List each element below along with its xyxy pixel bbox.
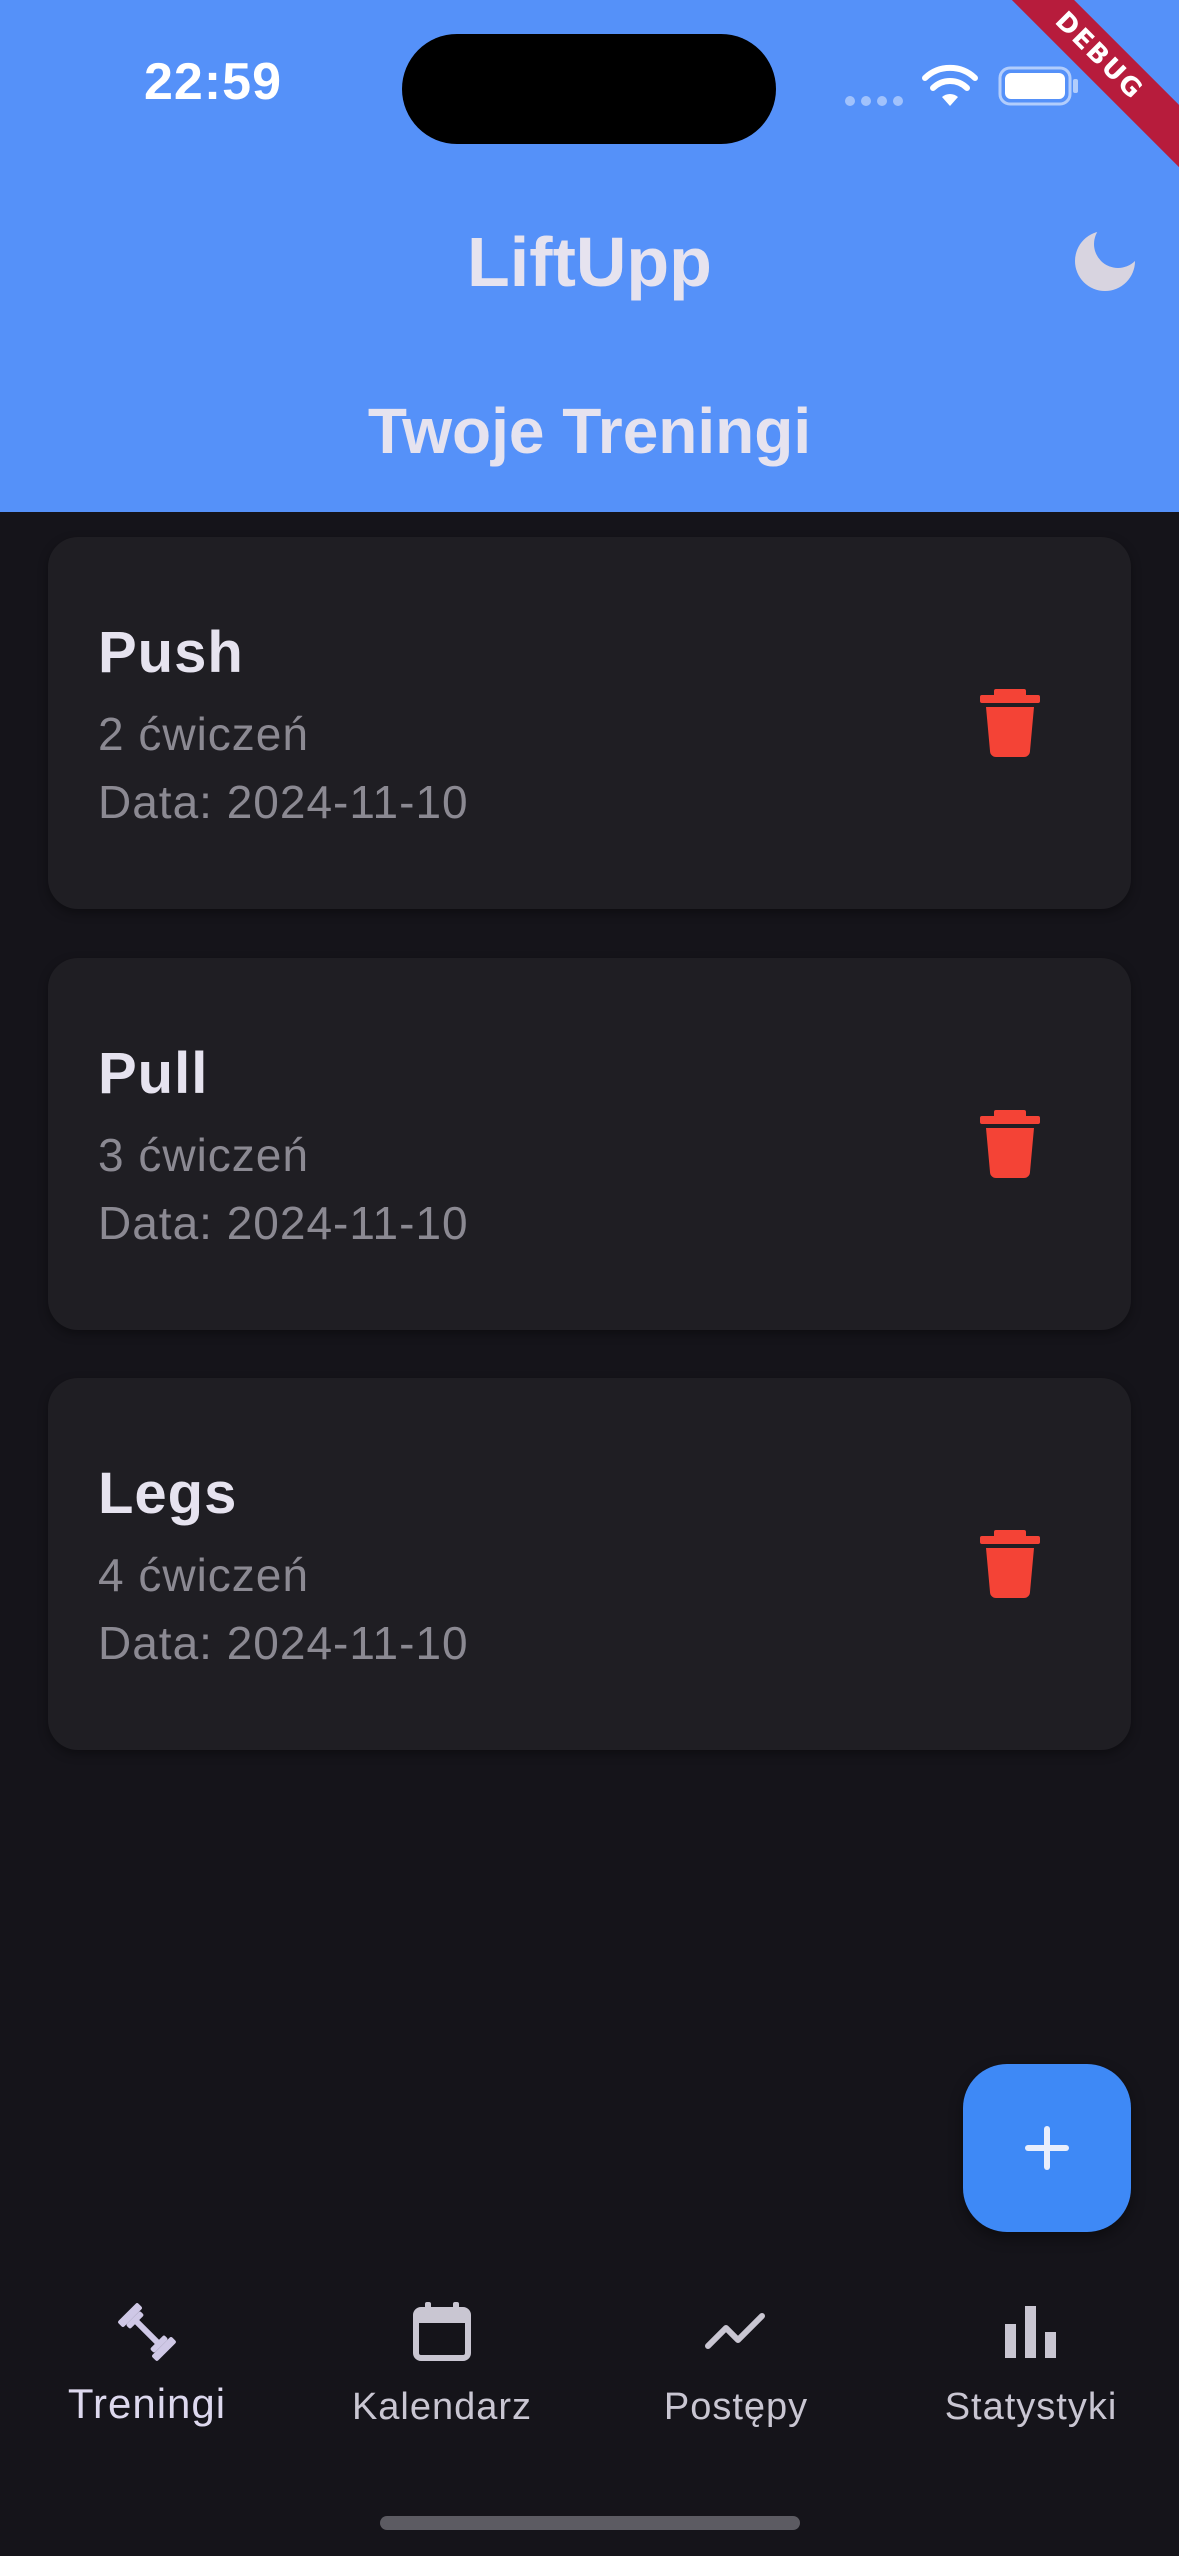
workout-name: Push — [98, 620, 244, 685]
nav-label-kalendarz: Kalendarz — [351, 2386, 533, 2428]
workout-date: Data: 2024-11-10 — [98, 776, 469, 828]
calendar-icon — [413, 2302, 471, 2361]
battery-icon — [998, 66, 1078, 106]
cellular-signal-icon — [845, 96, 903, 106]
workout-card[interactable]: Push 2 ćwiczeń Data: 2024-11-10 — [48, 537, 1131, 909]
workout-card[interactable]: Pull 3 ćwiczeń Data: 2024-11-10 — [48, 958, 1131, 1330]
nav-label-statystyki: Statystyki — [944, 2386, 1118, 2428]
workout-exercise-count: 4 ćwiczeń — [98, 1549, 309, 1601]
wifi-icon — [922, 64, 978, 106]
workout-exercise-count: 3 ćwiczeń — [98, 1129, 309, 1181]
trash-icon[interactable] — [980, 1110, 1040, 1178]
moon-icon[interactable] — [1072, 226, 1138, 292]
home-indicator — [380, 2516, 800, 2530]
workout-date: Data: 2024-11-10 — [98, 1197, 469, 1249]
trending-up-icon — [705, 2313, 765, 2349]
status-time: 22:59 — [144, 53, 282, 111]
workout-exercise-count: 2 ćwiczeń — [98, 708, 309, 760]
workout-name: Legs — [98, 1461, 238, 1526]
dynamic-island — [402, 34, 776, 144]
bottom-navigation: Treningi Kalendarz Postępy Statystyki — [0, 2280, 1179, 2556]
trash-icon[interactable] — [980, 1530, 1040, 1598]
workout-date: Data: 2024-11-10 — [98, 1617, 469, 1669]
trash-icon[interactable] — [980, 689, 1040, 757]
dumbbell-icon — [118, 2303, 176, 2361]
nav-item-kalendarz[interactable]: Kalendarz — [302, 2280, 582, 2460]
screen: 22:59 DEBUG LiftUpp Twoje Treningi Push … — [0, 0, 1179, 2556]
nav-label-postepy: Postępy — [663, 2386, 809, 2428]
workout-card[interactable]: Legs 4 ćwiczeń Data: 2024-11-10 — [48, 1378, 1131, 1750]
nav-item-postepy[interactable]: Postępy — [596, 2280, 876, 2460]
nav-item-statystyki[interactable]: Statystyki — [891, 2280, 1171, 2460]
workout-name: Pull — [98, 1041, 209, 1106]
nav-label-treningi: Treningi — [67, 2380, 227, 2427]
page-title: Twoje Treningi — [367, 395, 812, 467]
plus-icon — [1025, 2126, 1069, 2170]
add-workout-button[interactable] — [963, 2064, 1131, 2232]
nav-item-treningi[interactable]: Treningi — [7, 2280, 287, 2460]
app-header: 22:59 DEBUG LiftUpp Twoje Treningi — [0, 0, 1179, 512]
bar-chart-icon — [1005, 2306, 1056, 2358]
app-title: LiftUpp — [467, 223, 712, 301]
